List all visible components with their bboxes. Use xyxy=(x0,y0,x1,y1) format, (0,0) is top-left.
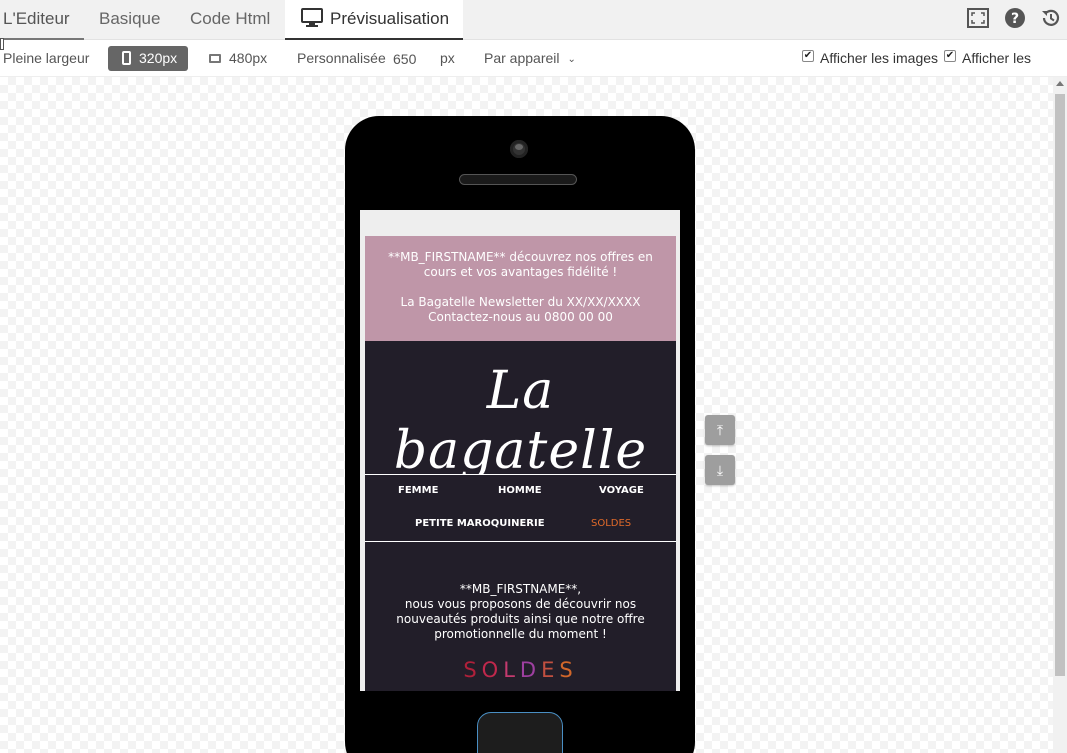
text-cursor-marker xyxy=(0,38,4,50)
nav-femme[interactable]: FEMME xyxy=(398,485,438,496)
tab-editeur[interactable]: L'Editeur xyxy=(0,0,84,40)
size-480-label: 480px xyxy=(229,50,268,66)
speaker-grille xyxy=(459,174,577,185)
full-width-button[interactable]: Pleine largeur xyxy=(3,41,89,77)
header-intro-text: **MB_FIRSTNAME** découvrez nos offres en… xyxy=(388,250,653,279)
email-preview: **MB_FIRSTNAME** découvrez nos offres en… xyxy=(365,236,676,691)
soldes-letter: E xyxy=(541,658,560,682)
phone-icon xyxy=(122,51,131,65)
scroll-up-arrow-icon[interactable] xyxy=(1056,81,1064,86)
nav-homme[interactable]: HOMME xyxy=(498,485,542,496)
soldes-letter: L xyxy=(503,658,520,682)
logo-block: La bagatelle xyxy=(365,341,676,481)
tab-code-html[interactable]: Code Html xyxy=(190,0,270,40)
scroll-thumb[interactable] xyxy=(1055,94,1065,676)
monitor-icon xyxy=(301,8,323,27)
svg-text:?: ? xyxy=(1011,11,1019,27)
header-newsletter-date: La Bagatelle Newsletter du XX/XX/XXXX xyxy=(400,295,641,309)
phone-screen[interactable]: **MB_FIRSTNAME** découvrez nos offres en… xyxy=(360,210,680,691)
email-body: **MB_FIRSTNAME**, nous vous proposons de… xyxy=(365,542,676,691)
fullscreen-icon[interactable] xyxy=(967,7,989,29)
history-icon[interactable] xyxy=(1040,7,1062,29)
size-320-button[interactable]: 320px xyxy=(108,46,188,71)
show-images-checkbox[interactable]: ✔ xyxy=(802,50,814,62)
nav-petite-maroquinerie[interactable]: PETITE MAROQUINERIE xyxy=(415,518,545,529)
soldes-letter: D xyxy=(519,658,542,682)
tab-previsualisation-label: Prévisualisation xyxy=(330,9,450,28)
home-button xyxy=(477,712,563,753)
soldes-letter: S xyxy=(463,658,482,682)
chevron-down-icon: ⌄ xyxy=(567,54,576,65)
show-codes-checkbox[interactable]: ✔ xyxy=(944,50,956,62)
by-device-label: Par appareil xyxy=(484,50,560,66)
tab-basique[interactable]: Basique xyxy=(99,0,160,40)
phone-frame: **MB_FIRSTNAME** découvrez nos offres en… xyxy=(345,116,695,753)
by-device-dropdown[interactable]: Par appareil ⌄ xyxy=(484,41,576,77)
vertical-scrollbar[interactable] xyxy=(1053,77,1067,753)
show-images-label: Afficher les images xyxy=(820,50,939,66)
soldes-letter: O xyxy=(481,658,504,682)
body-message: **MB_FIRSTNAME**, nous vous proposons de… xyxy=(373,582,668,642)
show-codes-label: Afficher les codes xyxy=(962,50,1031,100)
email-header: **MB_FIRSTNAME** découvrez nos offres en… xyxy=(365,236,676,341)
soldes-banner: SOLDES xyxy=(365,660,676,681)
tab-previsualisation[interactable]: Prévisualisation xyxy=(285,0,463,40)
preview-toolbar: Pleine largeur 320px 480px Personnalisée… xyxy=(0,41,1067,100)
custom-width-input[interactable] xyxy=(393,49,433,69)
scroll-top-icon[interactable]: ⤒ xyxy=(705,415,735,445)
header-contact: Contactez-nous au 0800 00 00 xyxy=(428,310,613,324)
tab-bar: L'Editeur Basique Code Html Prévisualisa… xyxy=(0,0,1067,40)
camera-icon xyxy=(510,140,528,158)
soldes-letter: S xyxy=(559,658,578,682)
body-greeting: **MB_FIRSTNAME**, xyxy=(459,582,582,596)
size-480-button[interactable]: 480px xyxy=(208,41,267,77)
body-paragraph: nous vous proposons de découvrir nos nou… xyxy=(396,597,645,641)
size-320-label: 320px xyxy=(139,50,178,66)
brand-logo[interactable]: La bagatelle xyxy=(365,361,676,481)
custom-width-label: Personnalisée xyxy=(297,50,386,66)
email-nav: FEMME HOMME VOYAGE PETITE MAROQUINERIE S… xyxy=(365,475,676,542)
nav-soldes[interactable]: SOLDES xyxy=(591,518,631,529)
nav-voyage[interactable]: VOYAGE xyxy=(599,485,644,496)
custom-width-unit: px xyxy=(440,50,455,66)
tablet-landscape-icon xyxy=(209,54,221,63)
scroll-bottom-icon[interactable]: ⤓ xyxy=(705,455,735,485)
help-icon[interactable]: ? xyxy=(1004,7,1026,29)
